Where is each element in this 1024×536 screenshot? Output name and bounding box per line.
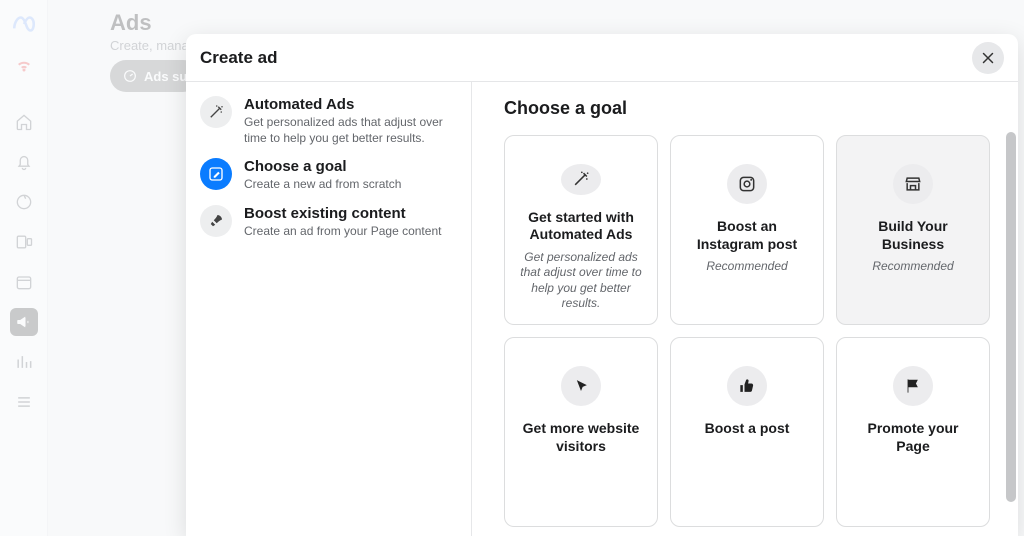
option-label: Boost existing content [244,205,441,222]
card-title: Boost a post [705,420,790,438]
flag-icon [893,366,933,406]
card-title: Get started with Automated Ads [517,209,645,244]
create-ad-modal: Create ad Automated Ads Get personalized… [186,34,1018,536]
goal-heading: Choose a goal [504,98,990,119]
option-automated-ads[interactable]: Automated Ads Get personalized ads that … [196,90,461,152]
goal-card-automated-ads[interactable]: Get started with Automated Ads Get perso… [504,135,658,325]
goal-card-boost-post[interactable]: Boost a post [670,337,824,527]
thumbs-up-icon [727,366,767,406]
card-title: Boost an Instagram post [683,218,811,253]
option-desc: Get personalized ads that adjust over ti… [244,114,457,146]
scrollbar[interactable] [1006,132,1016,502]
wand-icon [200,96,232,128]
goal-card-grid: Get started with Automated Ads Get perso… [504,135,990,527]
goal-card-promote-page[interactable]: Promote your Page [836,337,990,527]
option-label: Automated Ads [244,96,457,113]
modal-header: Create ad [186,34,1018,82]
option-label: Choose a goal [244,158,401,175]
card-title: Build Your Business [849,218,977,253]
goal-card-instagram-post[interactable]: Boost an Instagram post Recommended [670,135,824,325]
storefront-icon [893,164,933,204]
card-desc: Recommended [872,259,953,275]
option-choose-goal[interactable]: Choose a goal Create a new ad from scrat… [196,152,461,198]
card-title: Get more website visitors [517,420,645,455]
option-desc: Create an ad from your Page content [244,223,441,239]
instagram-icon [727,164,767,204]
goal-panel: Choose a goal Get started with Automated… [472,82,1018,536]
close-icon [979,49,997,67]
cursor-icon [561,366,601,406]
goal-card-website-visitors[interactable]: Get more website visitors [504,337,658,527]
rocket-icon [200,205,232,237]
card-desc: Recommended [706,259,787,275]
close-button[interactable] [972,42,1004,74]
modal-title: Create ad [200,48,277,68]
card-title: Promote your Page [849,420,977,455]
edit-icon [200,158,232,190]
goal-card-build-business[interactable]: Build Your Business Recommended [836,135,990,325]
modal-body: Automated Ads Get personalized ads that … [186,82,1018,536]
option-list: Automated Ads Get personalized ads that … [186,82,472,536]
wand-icon [561,164,601,195]
option-desc: Create a new ad from scratch [244,176,401,192]
option-boost-content[interactable]: Boost existing content Create an ad from… [196,199,461,245]
card-desc: Get personalized ads that adjust over ti… [517,250,645,312]
